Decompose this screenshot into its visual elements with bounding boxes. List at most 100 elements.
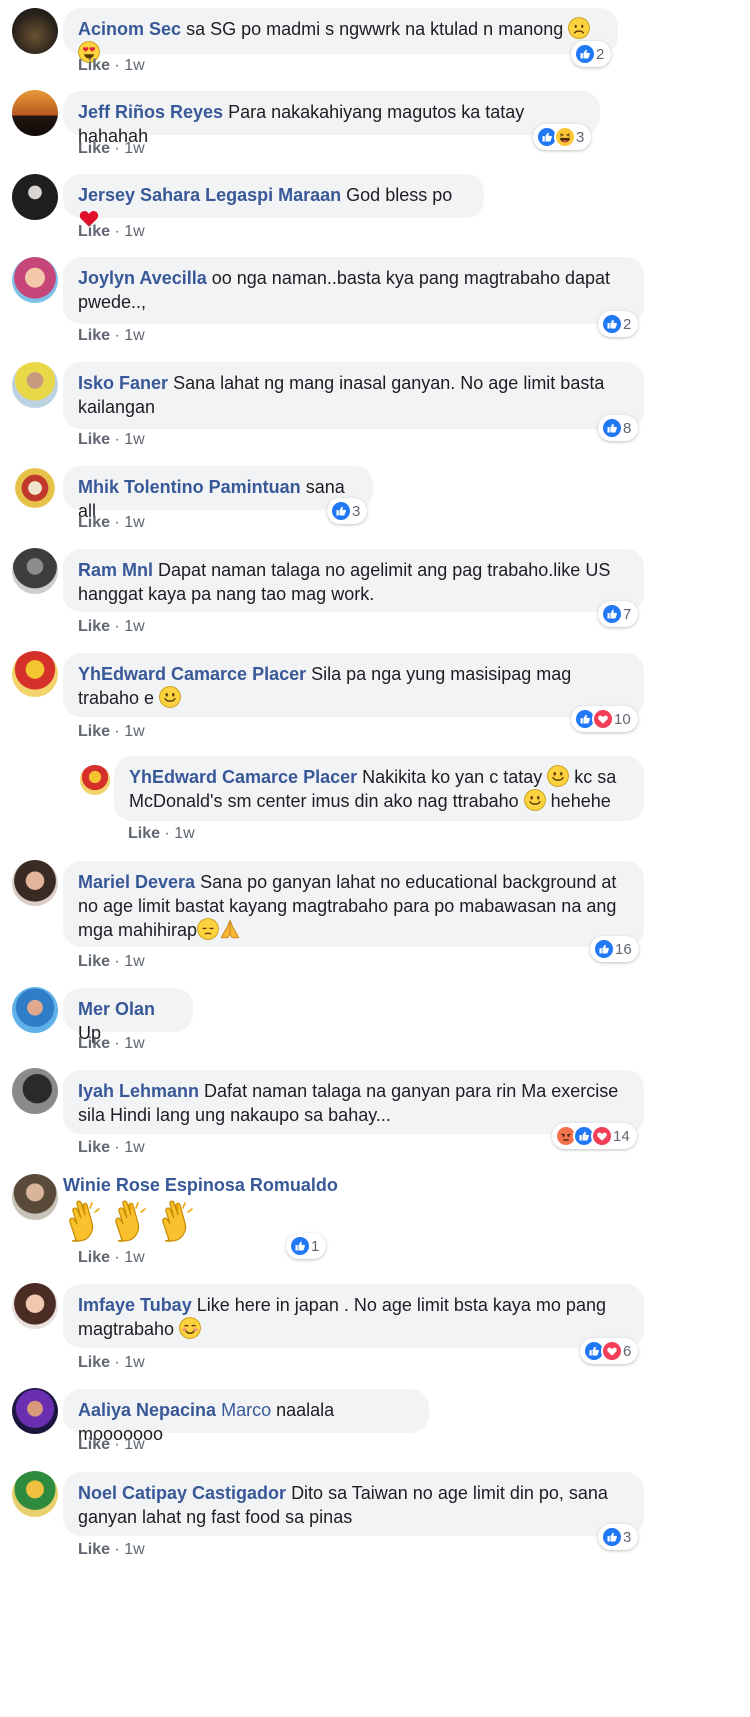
- reactions-badge[interactable]: 3: [598, 1524, 639, 1550]
- comment-time[interactable]: 1w: [124, 514, 144, 531]
- reaction-count: 6: [623, 1342, 632, 1360]
- avatar[interactable]: [80, 765, 110, 795]
- avatar[interactable]: [12, 860, 58, 906]
- like-link[interactable]: Like: [78, 1354, 110, 1371]
- comment-meta: Like · 1w: [78, 139, 145, 159]
- smile-emoji: [159, 686, 181, 708]
- reaction-count: 3: [352, 502, 361, 520]
- commenter-name[interactable]: YhEdward Camarce Placer: [78, 664, 306, 684]
- avatar[interactable]: [12, 1388, 58, 1434]
- commenter-name[interactable]: Jersey Sahara Legaspi Maraan: [78, 185, 341, 205]
- like-link[interactable]: Like: [78, 57, 110, 74]
- clapping-hands-emoji: [159, 1200, 201, 1244]
- commenter-name[interactable]: Isko Faner: [78, 373, 168, 393]
- like-link[interactable]: Like: [78, 514, 110, 531]
- comment-time[interactable]: 1w: [124, 953, 144, 970]
- comment-time[interactable]: 1w: [124, 431, 144, 448]
- reactions-badge[interactable]: 1: [286, 1233, 327, 1259]
- reactions-badge[interactable]: 3: [533, 124, 592, 150]
- commenter-name[interactable]: Mer Olan: [78, 999, 155, 1019]
- like-link[interactable]: Like: [78, 953, 110, 970]
- commenter-name[interactable]: Noel Catipay Castigador: [78, 1483, 286, 1503]
- reactions-badge[interactable]: 3: [327, 498, 368, 524]
- avatar[interactable]: [12, 1068, 58, 1114]
- comment-meta: Like · 1w: [78, 1138, 145, 1158]
- like-link[interactable]: Like: [78, 431, 110, 448]
- avatar[interactable]: [12, 8, 58, 54]
- like-link[interactable]: Like: [78, 1541, 110, 1558]
- love-reaction-icon: [592, 708, 614, 730]
- comment-bubble: Jeff Riños Reyes Para nakakahiyang magut…: [63, 91, 600, 146]
- reaction-count: 3: [576, 128, 585, 146]
- commenter-name[interactable]: Jeff Riños Reyes: [78, 102, 223, 122]
- comment-time[interactable]: 1w: [124, 1035, 144, 1052]
- smile-emoji: [524, 789, 546, 811]
- avatar[interactable]: [12, 174, 58, 220]
- like-link[interactable]: Like: [78, 1249, 110, 1266]
- reactions-badge[interactable]: 8: [598, 415, 639, 441]
- avatar[interactable]: [12, 90, 58, 136]
- comment-time[interactable]: 1w: [124, 1139, 144, 1156]
- avatar[interactable]: [12, 257, 58, 303]
- pensive-emoji: [197, 918, 219, 940]
- avatar[interactable]: [12, 651, 58, 697]
- dot-separator: ·: [114, 1139, 120, 1156]
- like-reaction-icon: [601, 1526, 623, 1548]
- like-link[interactable]: Like: [78, 1436, 110, 1453]
- avatar[interactable]: [12, 362, 58, 408]
- comment-time[interactable]: 1w: [124, 1354, 144, 1371]
- avatar[interactable]: [12, 465, 58, 511]
- comment-meta: Like · 1w: [78, 952, 145, 972]
- comment-text: Nakikita ko yan c tatay: [362, 767, 543, 787]
- commenter-name[interactable]: Mhik Tolentino Pamintuan: [78, 477, 301, 497]
- comment-time[interactable]: 1w: [174, 825, 194, 842]
- reactions-badge[interactable]: 6: [580, 1338, 639, 1364]
- comment-meta: Like · 1w: [78, 1034, 145, 1054]
- dot-separator: ·: [114, 1035, 120, 1052]
- reactions-badge[interactable]: 14: [552, 1123, 637, 1149]
- reactions-badge[interactable]: 7: [598, 601, 639, 627]
- comment-time[interactable]: 1w: [124, 723, 144, 740]
- avatar[interactable]: [12, 1174, 58, 1220]
- like-link[interactable]: Like: [78, 223, 110, 240]
- avatar[interactable]: [12, 1283, 58, 1329]
- commenter-name[interactable]: Mariel Devera: [78, 872, 195, 892]
- like-link[interactable]: Like: [78, 618, 110, 635]
- comment-bubble: Ram Mnl Dapat naman talaga no agelimit a…: [63, 549, 644, 612]
- comment-time[interactable]: 1w: [124, 1436, 144, 1453]
- commenter-name[interactable]: YhEdward Camarce Placer: [129, 767, 357, 787]
- avatar[interactable]: [12, 548, 58, 594]
- comment-time[interactable]: 1w: [124, 1249, 144, 1266]
- love-reaction-icon: [601, 1340, 623, 1362]
- tagged-user-link[interactable]: Marco: [221, 1400, 271, 1420]
- comment-meta: Like · 1w: [78, 513, 145, 533]
- reactions-badge[interactable]: 2: [598, 311, 639, 337]
- commenter-name[interactable]: Winie Rose Espinosa Romualdo: [63, 1175, 338, 1195]
- dot-separator: ·: [114, 223, 120, 240]
- avatar[interactable]: [12, 1471, 58, 1517]
- comment-time[interactable]: 1w: [124, 57, 144, 74]
- commenter-name[interactable]: Imfaye Tubay: [78, 1295, 192, 1315]
- like-link[interactable]: Like: [78, 1139, 110, 1156]
- comment-time[interactable]: 1w: [124, 1541, 144, 1558]
- comment-time[interactable]: 1w: [124, 140, 144, 157]
- comment-time[interactable]: 1w: [124, 223, 144, 240]
- commenter-name[interactable]: Acinom Sec: [78, 19, 181, 39]
- reactions-badge[interactable]: 16: [590, 936, 639, 962]
- commenter-name[interactable]: Ram Mnl: [78, 560, 153, 580]
- commenter-name[interactable]: Iyah Lehmann: [78, 1081, 199, 1101]
- like-link[interactable]: Like: [78, 327, 110, 344]
- like-link[interactable]: Like: [78, 1035, 110, 1052]
- commenter-name[interactable]: Aaliya Nepacina: [78, 1400, 216, 1420]
- like-link[interactable]: Like: [78, 140, 110, 157]
- commenter-name[interactable]: Joylyn Avecilla: [78, 268, 207, 288]
- dot-separator: ·: [114, 723, 120, 740]
- comment-time[interactable]: 1w: [124, 618, 144, 635]
- like-link[interactable]: Like: [78, 723, 110, 740]
- comment-time[interactable]: 1w: [124, 327, 144, 344]
- comment-bubble: Acinom Sec sa SG po madmi s ngwwrk na kt…: [63, 8, 618, 54]
- avatar[interactable]: [12, 987, 58, 1033]
- reactions-badge[interactable]: 10: [571, 706, 638, 732]
- reactions-badge[interactable]: 2: [571, 41, 612, 67]
- like-link[interactable]: Like: [128, 825, 160, 842]
